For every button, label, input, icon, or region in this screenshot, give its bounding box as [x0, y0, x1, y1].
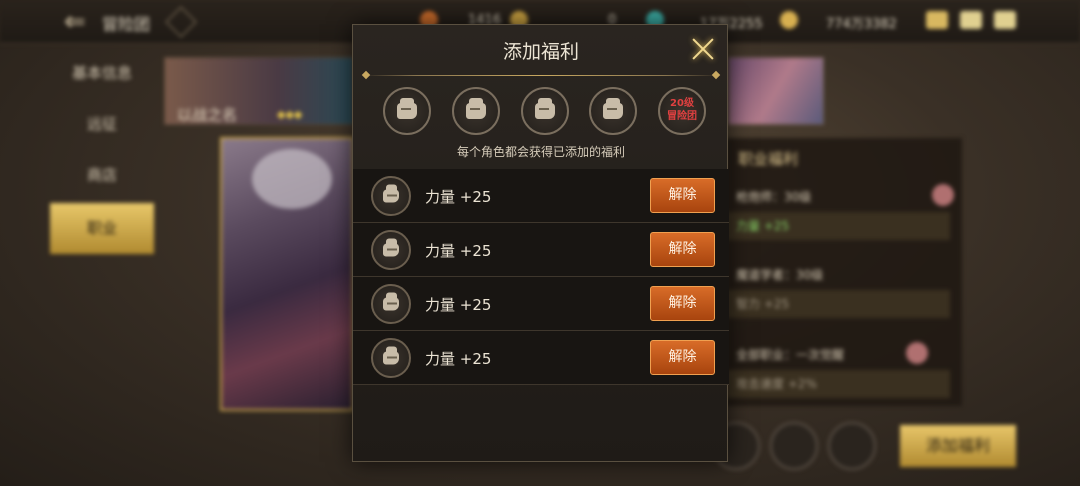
- sidebar-item-shop[interactable]: 商店: [50, 150, 154, 201]
- chat-icon[interactable]: [994, 11, 1016, 29]
- event-banner[interactable]: 以战之名 ◆◆◆: [164, 57, 354, 125]
- crown-icon[interactable]: [926, 11, 948, 29]
- back-arrow-icon[interactable]: ⇐: [64, 8, 92, 36]
- benefit-slot-4[interactable]: [589, 87, 637, 135]
- avatar: [932, 184, 954, 206]
- benefit-text: 力量 +25: [425, 296, 492, 314]
- character-card[interactable]: [728, 57, 824, 125]
- resource-4: 774万3382: [826, 17, 897, 32]
- benefit-slot-1[interactable]: [383, 87, 431, 135]
- lock-level-text: 20级: [670, 98, 694, 109]
- sidebar-item-basic-info[interactable]: 基本信息: [50, 48, 154, 99]
- dialog-title: 添加福利: [502, 41, 579, 63]
- benefit-icon: [371, 230, 411, 270]
- benefit-row-bonus: 力量 +25: [726, 212, 950, 240]
- benefit-slot[interactable]: [770, 422, 818, 470]
- list-item: 力量 +25 解除: [353, 223, 729, 277]
- benefit-list: 力量 +25 解除 力量 +25 解除 力量 +25 解除 力量 +25 解除: [353, 169, 729, 385]
- locked-benefit-slot[interactable]: 20级 冒险团: [658, 87, 706, 135]
- benefit-icon: [371, 338, 411, 378]
- benefit-icon: [371, 284, 411, 324]
- locked-benefit-slot[interactable]: [828, 422, 876, 470]
- list-item: 力量 +25 解除: [353, 169, 729, 223]
- dialog-subtitle: 每个角色都会获得已添加的福利: [456, 145, 625, 159]
- sidebar-item-class[interactable]: 职业: [50, 203, 154, 254]
- benefit-slot-3[interactable]: [521, 87, 569, 135]
- fist-icon: [603, 98, 623, 119]
- benefit-text: 力量 +25: [425, 188, 492, 206]
- add-benefit-button[interactable]: 添加福利: [900, 425, 1016, 467]
- fist-icon: [383, 292, 399, 311]
- title-divider: [363, 75, 719, 76]
- remove-button[interactable]: 解除: [650, 340, 715, 375]
- benefit-row-bonus: 智力 +25: [726, 290, 950, 318]
- rank-diamonds-icon: ◆◆◆: [277, 108, 303, 121]
- avatar: [906, 342, 928, 364]
- benefit-row-label: 全部职业：一次觉醒: [736, 348, 845, 362]
- remove-button[interactable]: 解除: [650, 178, 715, 213]
- fist-icon: [535, 98, 555, 119]
- remove-button[interactable]: 解除: [650, 286, 715, 321]
- panel-title: 职业福利: [738, 150, 799, 168]
- benefit-row-label: 枪炮师：30级: [736, 190, 812, 204]
- remove-button[interactable]: 解除: [650, 232, 715, 267]
- sidebar: 基本信息 远征 商店 职业: [50, 48, 154, 254]
- benefit-row-label: 魔道学者：30级: [736, 268, 824, 282]
- banner-title: 以战之名: [177, 106, 238, 124]
- list-item: 力量 +25 解除: [353, 277, 729, 331]
- lock-requirement-text: 冒险团: [667, 111, 697, 122]
- fist-icon: [397, 98, 417, 119]
- page-title: 冒险团: [102, 15, 151, 34]
- fist-icon: [383, 238, 399, 257]
- benefit-text: 力量 +25: [425, 242, 492, 260]
- class-benefit-panel: 职业福利 枪炮师：30级 力量 +25 魔道学者：30级 智力 +25 全部职业…: [726, 138, 962, 406]
- fist-icon: [383, 184, 399, 203]
- fist-icon: [466, 98, 486, 119]
- sidebar-item-expedition[interactable]: 远征: [50, 99, 154, 150]
- benefit-slot-2[interactable]: [452, 87, 500, 135]
- mail-icon[interactable]: [960, 11, 982, 29]
- list-item: 力量 +25 解除: [353, 331, 729, 385]
- benefit-icon: [371, 176, 411, 216]
- fist-icon: [383, 346, 399, 365]
- gold-icon: [780, 11, 798, 29]
- benefit-text: 力量 +25: [425, 350, 492, 368]
- help-icon[interactable]: [165, 6, 197, 38]
- close-icon[interactable]: [687, 33, 719, 65]
- character-portrait: [220, 137, 354, 411]
- add-benefit-dialog: 添加福利 20级 冒险团 每个角色都会获得已添加的福利 力量 +25 解除 力量…: [352, 24, 729, 462]
- benefit-row-bonus: 攻击速度 +2%: [726, 370, 950, 398]
